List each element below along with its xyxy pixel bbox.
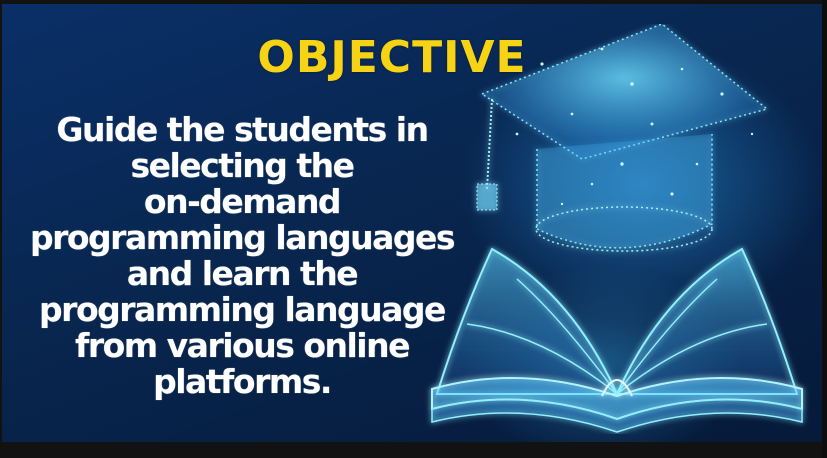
description-line: from various online bbox=[74, 326, 411, 365]
objective-description: Guide the students in selecting the on-d… bbox=[22, 112, 462, 400]
education-illustration bbox=[422, 24, 812, 434]
graduation-cap-icon bbox=[476, 24, 769, 252]
illustration-svg bbox=[431, 24, 803, 433]
screenshot-frame: OBJECTIVE Guide the students in selectin… bbox=[0, 0, 827, 458]
open-book-icon bbox=[431, 247, 803, 433]
description-line: platforms. bbox=[153, 362, 332, 401]
screenshot-border bbox=[822, 0, 827, 458]
objective-banner: OBJECTIVE Guide the students in selectin… bbox=[2, 4, 822, 442]
description-line: Guide the students in bbox=[56, 110, 429, 149]
description-line: programming language bbox=[39, 290, 446, 329]
description-line: and learn the bbox=[126, 254, 359, 293]
description-line: selecting the bbox=[130, 146, 355, 185]
description-line: programming languages bbox=[29, 218, 456, 257]
description-line: on-demand bbox=[143, 182, 342, 221]
